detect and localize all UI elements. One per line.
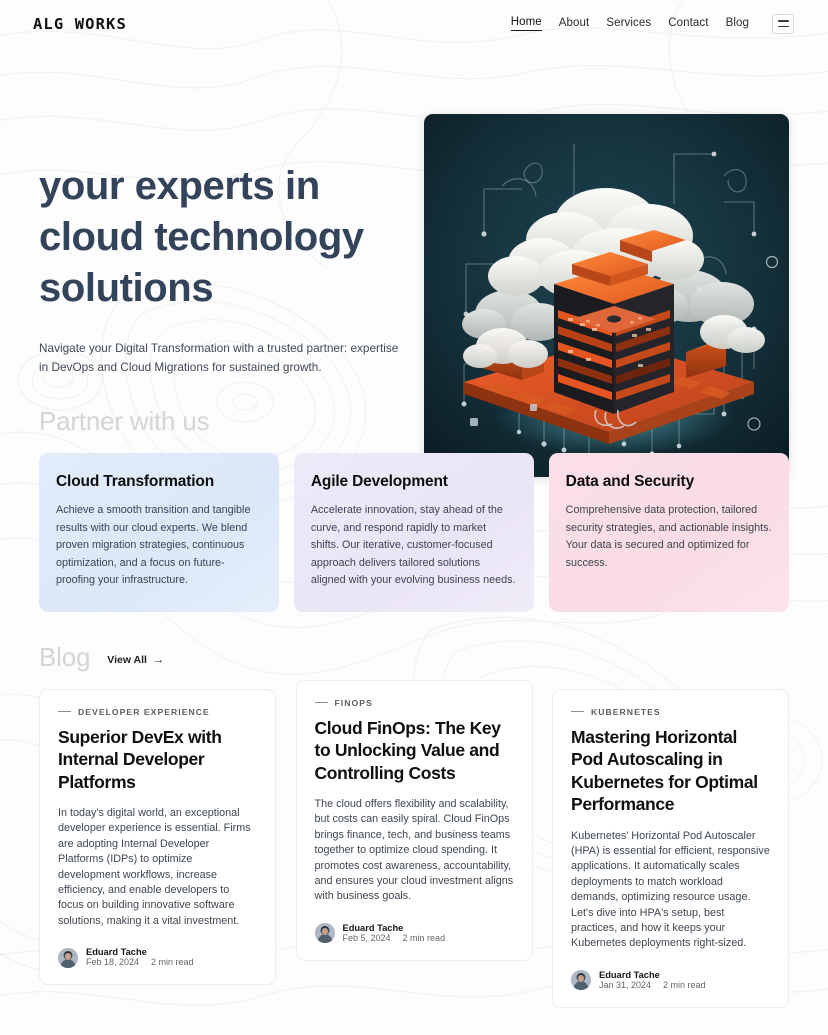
blog-card-excerpt: The cloud offers flexibility and scalabi… <box>314 798 514 903</box>
blog-card-title[interactable]: Cloud FinOps: The Key to Unlocking Value… <box>315 717 514 785</box>
hero-subtitle: Navigate your Digital Transformation wit… <box>39 341 399 374</box>
blog-section-header: Blog View All → <box>39 642 789 673</box>
blog-card-tag: KUBERNETES <box>571 707 770 717</box>
partner-section: Partner with us Cloud Transformation Ach… <box>0 406 828 612</box>
avatar <box>571 970 591 991</box>
blog-card-author: Eduard Tache <box>342 922 404 933</box>
avatar <box>58 947 78 968</box>
blog-card-title[interactable]: Mastering Horizontal Pod Autoscaling in … <box>571 726 770 816</box>
partner-section-title: Partner with us <box>39 406 210 436</box>
view-all-label: View All <box>107 654 147 666</box>
blog-card-tag: FINOPS <box>314 697 514 708</box>
partner-card-title: Agile Development <box>310 473 448 490</box>
nav-item-home[interactable]: Home <box>510 16 542 31</box>
blog-card-date: Feb 5, 2024 <box>342 933 391 944</box>
blog-card-meta: Eduard Tache Feb 18, 2024 2 min read <box>58 947 257 968</box>
avatar-image <box>58 947 78 968</box>
main-navigation: Home About Services Contact Blog <box>510 13 794 34</box>
blog-card-excerpt: Kubernetes' Horizontal Pod Autoscaler (H… <box>571 829 770 950</box>
partner-section-header: Partner with us <box>39 406 789 437</box>
nav-item-services[interactable]: Services <box>606 17 651 31</box>
blog-card-author: Eduard Tache <box>599 969 660 980</box>
blog-card-excerpt: In today's digital world, an exceptional… <box>58 807 251 927</box>
blog-card-tag-label: KUBERNETES <box>591 706 661 717</box>
blog-card-date: Feb 18, 2024 <box>86 957 140 968</box>
tag-dash-icon <box>58 710 71 713</box>
hero-section: your experts in cloud technology solutio… <box>0 47 828 477</box>
blog-card-tag: DEVELOPER EXPERIENCE <box>58 707 257 717</box>
partner-card-agile-development[interactable]: Agile Development Accelerate innovation,… <box>293 453 535 612</box>
avatar-image <box>314 923 335 944</box>
blog-card-meta-text: Eduard Tache Feb 5, 2024 2 min read <box>343 923 446 944</box>
partner-card-body: Comprehensive data protection, tailored … <box>565 504 772 569</box>
blog-card-date: Jan 31, 2024 <box>599 979 652 990</box>
blog-card-read-time: 2 min read <box>402 933 446 944</box>
avatar <box>314 923 335 944</box>
blog-section-title: Blog <box>39 641 91 672</box>
blog-section: Blog View All → DEVELOPER EXPERIENCE Sup… <box>0 642 828 1008</box>
hero-title-line-2: cloud technology <box>39 215 364 259</box>
blog-card-submeta: Feb 18, 2024 2 min read <box>86 958 194 968</box>
blog-card-tag-label: DEVELOPER EXPERIENCE <box>78 706 210 717</box>
blog-card-title[interactable]: Superior DevEx with Internal Developer P… <box>58 726 257 794</box>
blog-card-meta-text: Eduard Tache Feb 18, 2024 2 min read <box>86 947 194 968</box>
blog-card-read-time: 2 min read <box>151 957 194 968</box>
arrow-right-icon: → <box>152 653 164 666</box>
hero-title-line-3: solutions <box>39 266 214 310</box>
blog-card[interactable]: DEVELOPER EXPERIENCE Superior DevEx with… <box>39 688 276 986</box>
partner-card-title: Data and Security <box>565 473 695 490</box>
nav-item-contact[interactable]: Contact <box>668 17 708 31</box>
nav-item-blog[interactable]: Blog <box>726 17 749 31</box>
nav-item-about[interactable]: About <box>559 17 590 31</box>
partner-card-cloud-transformation[interactable]: Cloud Transformation Achieve a smooth tr… <box>39 453 280 612</box>
blog-card-meta: Eduard Tache Jan 31, 2024 2 min read <box>571 970 770 991</box>
partner-card-title: Cloud Transformation <box>56 473 215 490</box>
hero-text-block: your experts in cloud technology solutio… <box>39 67 424 376</box>
blog-card-submeta: Feb 5, 2024 2 min read <box>342 933 446 944</box>
blog-card-author: Eduard Tache <box>86 947 147 958</box>
hero-title: your experts in cloud technology solutio… <box>39 161 424 314</box>
hamburger-line <box>777 25 789 27</box>
tag-dash-icon <box>314 701 328 704</box>
blog-card-meta: Eduard Tache Feb 5, 2024 2 min read <box>314 923 514 944</box>
partner-cards: Cloud Transformation Achieve a smooth tr… <box>39 453 789 612</box>
blog-card-tag-label: FINOPS <box>334 697 373 708</box>
blog-card-meta-text: Eduard Tache Jan 31, 2024 2 min read <box>599 970 706 991</box>
site-logo[interactable]: ALG WORKS <box>33 15 127 33</box>
partner-card-body: Achieve a smooth transition and tangible… <box>56 504 251 586</box>
partner-card-body: Accelerate innovation, stay ahead of the… <box>310 504 516 586</box>
view-all-button[interactable]: View All → <box>107 648 164 666</box>
blog-card-read-time: 2 min read <box>663 979 706 990</box>
blog-card[interactable]: FINOPS Cloud FinOps: The Key to Unlockin… <box>295 679 533 961</box>
hamburger-menu-icon[interactable] <box>772 13 794 34</box>
page-root: ALG WORKS Home About Services Contact Bl… <box>0 0 828 1035</box>
blog-card-submeta: Jan 31, 2024 2 min read <box>599 979 706 991</box>
hero-title-line-1: your experts in <box>39 164 320 208</box>
partner-card-data-and-security[interactable]: Data and Security Comprehensive data pro… <box>548 453 789 612</box>
site-header: ALG WORKS Home About Services Contact Bl… <box>0 0 828 47</box>
avatar-image <box>571 970 591 991</box>
blog-card[interactable]: KUBERNETES Mastering Horizontal Pod Auto… <box>552 688 789 1008</box>
hamburger-line <box>777 20 789 22</box>
blog-cards: DEVELOPER EXPERIENCE Superior DevEx with… <box>39 679 789 1008</box>
tag-dash-icon <box>571 710 584 713</box>
